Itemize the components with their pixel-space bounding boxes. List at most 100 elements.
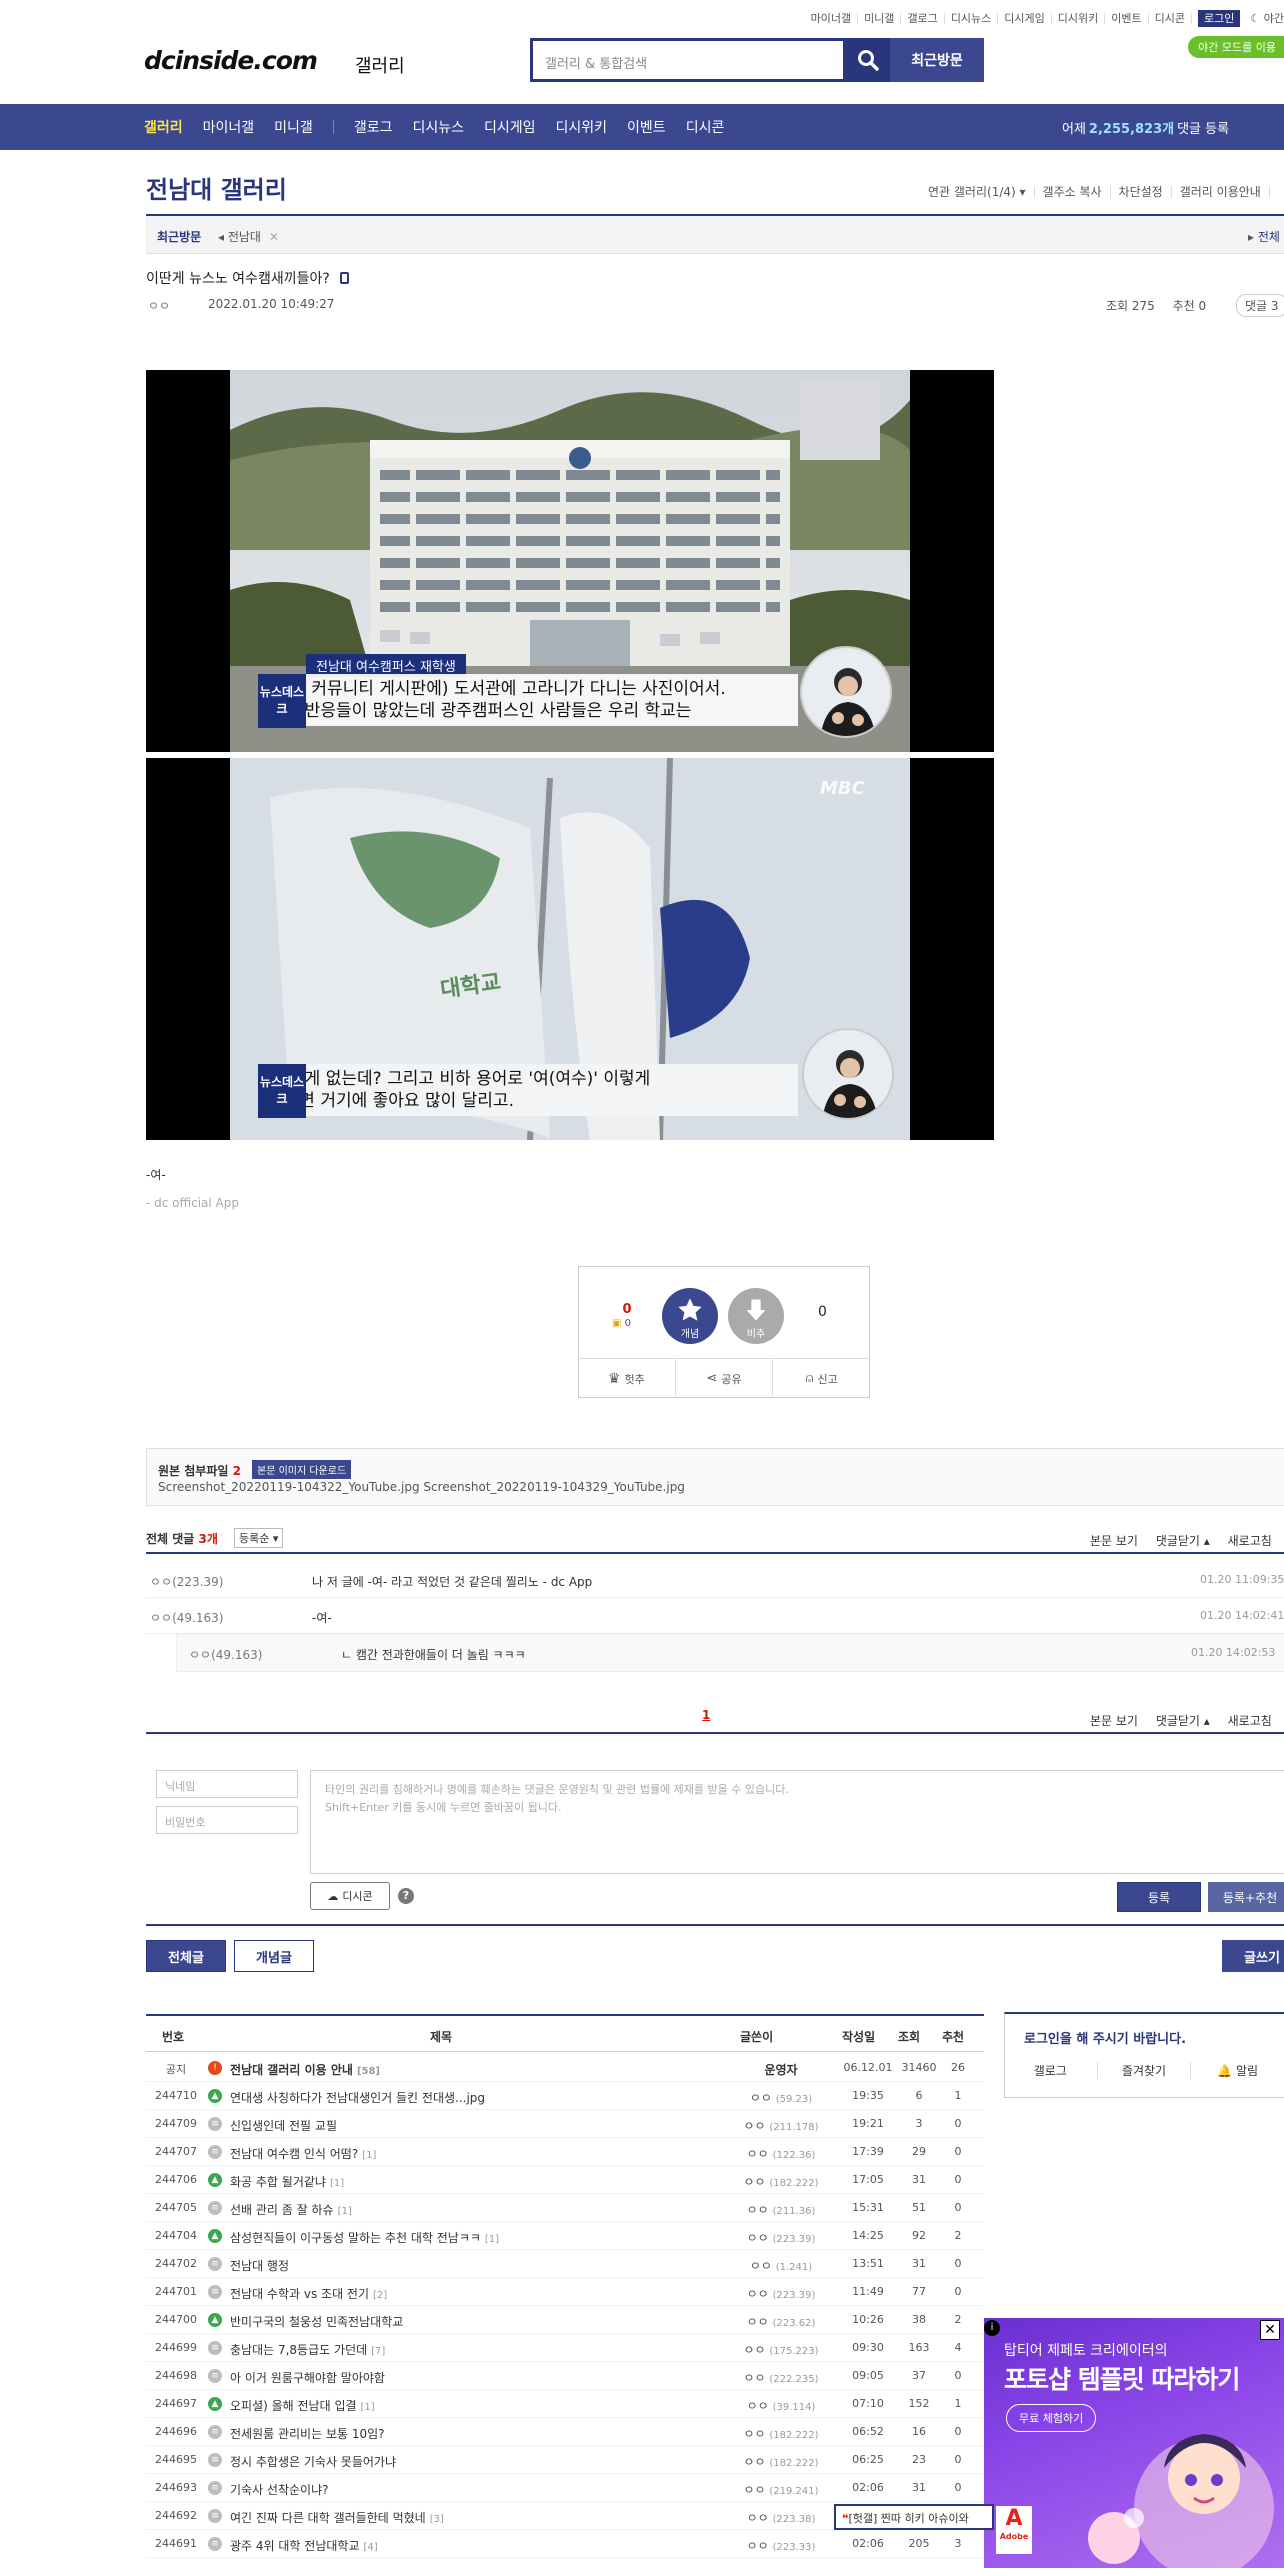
close-comments-link[interactable]: 댓글닫기 ▴ bbox=[1156, 1534, 1210, 1548]
writer-nick[interactable]: ㅇㅇ bbox=[743, 2371, 765, 2385]
post-image-1[interactable]: 전남대 여수캠퍼스 재학생 (학교 커뮤니티 게시판에) 도서관에 고라니가 다… bbox=[146, 370, 994, 752]
util-link-game[interactable]: 디시게임 bbox=[998, 12, 1052, 24]
table-row[interactable]: 244693 ≡ 기숙사 선착순이냐? ㅇㅇ (219.241) 02:06 31 0 bbox=[146, 2474, 984, 2502]
nonrecommend-button[interactable]: 비추 bbox=[728, 1288, 784, 1344]
post-title-link[interactable]: 신입생인데 전필 교필 bbox=[230, 2117, 341, 2134]
post-title-text[interactable]: 전남대 수학과 vs 조대 전기 bbox=[230, 2287, 369, 2301]
floating-post-tooltip[interactable]: ❝[헛갤] 찐따 히키 아슈이와 bbox=[834, 2504, 994, 2530]
recommend-button[interactable]: 개념 bbox=[662, 1288, 718, 1344]
writer-nick[interactable]: ㅇㅇ bbox=[747, 2315, 769, 2329]
related-gallery-dropdown[interactable]: 연관 갤러리(1/4) ▾ bbox=[920, 186, 1035, 198]
gnb-wiki[interactable]: 디시위키 bbox=[556, 117, 608, 137]
table-row[interactable]: 244704 ▲ 삼성현직들이 이구동성 말하는 추천 대학 전남ㅋㅋ [1] ㅇㅇ (… bbox=[146, 2222, 984, 2250]
recent-all-label[interactable]: 전체 bbox=[1258, 230, 1280, 244]
table-row[interactable]: 244698 ≡ 아 이거 원룸구해야함 말아야함 ㅇㅇ (222.235) 09:05… bbox=[146, 2362, 984, 2390]
table-row[interactable]: 244700 ▲ 반미구국의 철웅성 민족전남대학교 ㅇㅇ (223.62) 10:26… bbox=[146, 2306, 984, 2334]
post-writer[interactable]: ㅇㅇ (182.222) bbox=[716, 2453, 846, 2470]
writer-nick[interactable]: ㅇㅇ bbox=[743, 2483, 765, 2497]
post-writer[interactable]: ㅇㅇ (211.36) bbox=[716, 2201, 846, 2218]
table-row[interactable]: 244691 ≡ 광주 4위 대학 전남대학교 [4] ㅇㅇ (223.33) 02:06… bbox=[146, 2530, 984, 2558]
post-title-link[interactable]: 전남대 갤러리 이용 안내 [58] bbox=[230, 2061, 380, 2078]
gnb-news[interactable]: 디시뉴스 bbox=[412, 117, 464, 137]
post-writer[interactable]: ㅇㅇ (223.39) bbox=[716, 2229, 846, 2246]
recent-visit-item[interactable]: ◂ 전남대 ✕ bbox=[218, 228, 279, 245]
writer-nick[interactable]: ㅇㅇ bbox=[750, 2259, 772, 2273]
post-title-text[interactable]: 삼성현직들이 이구동성 말하는 추천 대학 전남ㅋㅋ bbox=[230, 2231, 481, 2245]
table-row[interactable]: 244709 ≡ 신입생인데 전필 교필 ㅇㅇ (211.178) 19:21 3 0 bbox=[146, 2110, 984, 2138]
post-writer[interactable]: ㅇㅇ (182.222) bbox=[716, 2425, 846, 2442]
ad-info-icon[interactable]: i bbox=[984, 2320, 1000, 2336]
post-title-link[interactable]: 삼성현직들이 이구동성 말하는 추천 대학 전남ㅋㅋ [1] bbox=[230, 2229, 499, 2246]
comment-writer[interactable]: ㅇㅇ(49.163) bbox=[189, 1646, 262, 1663]
writer-nick[interactable]: ㅇㅇ bbox=[747, 2511, 769, 2525]
post-writer[interactable]: ㅇㅇ (39.114) bbox=[716, 2397, 846, 2414]
gnb-mini[interactable]: 미니갤 bbox=[274, 117, 313, 137]
refresh-link[interactable]: 새로고침 bbox=[1228, 1714, 1272, 1728]
post-title-text[interactable]: 여긴 진짜 다른 대학 갤러들한테 먹혔네 bbox=[230, 2511, 426, 2525]
writer-nick[interactable]: ㅇㅇ bbox=[743, 2455, 765, 2469]
logo-subtitle[interactable]: 갤러리 bbox=[355, 52, 405, 78]
nickname-input[interactable]: 닉네임 bbox=[156, 1770, 298, 1798]
table-row[interactable]: 244699 ≡ 충남대는 7,8등급도 가던데 [7] ㅇㅇ (175.223) 09:… bbox=[146, 2334, 984, 2362]
table-row[interactable]: 244695 ≡ 정시 추합생은 기숙사 못들어가냐 ㅇㅇ (182.222) 06:2… bbox=[146, 2446, 984, 2474]
util-link-dccon[interactable]: 디시콘 bbox=[1149, 12, 1193, 24]
table-row[interactable]: 244702 ≡ 전남대 행정 ㅇㅇ (1.241) 13:51 31 0 bbox=[146, 2250, 984, 2278]
gnb-gallery[interactable]: 갤러리 bbox=[144, 117, 183, 137]
password-input[interactable]: 비밀번호 bbox=[156, 1806, 298, 1834]
post-writer[interactable]: 운영자 bbox=[716, 2061, 846, 2078]
help-icon[interactable]: ? bbox=[398, 1888, 414, 1904]
share-button[interactable]: ⋖ 공유 bbox=[676, 1359, 774, 1398]
util-link-event[interactable]: 이벤트 bbox=[1105, 12, 1149, 24]
util-link-news[interactable]: 디시뉴스 bbox=[945, 12, 999, 24]
close-comments-link[interactable]: 댓글닫기 ▴ bbox=[1156, 1714, 1210, 1728]
writer-nick[interactable]: ㅇㅇ bbox=[743, 2119, 765, 2133]
writer-nick[interactable]: ㅇㅇ bbox=[743, 2343, 765, 2357]
writer-nick[interactable]: ㅇㅇ bbox=[747, 2399, 769, 2413]
reply-count[interactable]: [3] bbox=[430, 2514, 444, 2525]
writer-nick[interactable]: ㅇㅇ bbox=[743, 2427, 765, 2441]
reply-count[interactable]: [4] bbox=[363, 2542, 377, 2553]
post-writer[interactable]: ㅇㅇ (223.62) bbox=[716, 2313, 846, 2330]
ad-close-button[interactable]: ✕ bbox=[1260, 2320, 1280, 2340]
gnb-event[interactable]: 이벤트 bbox=[627, 117, 666, 137]
comment-sort-select[interactable]: 등록순 ▾ bbox=[234, 1528, 284, 1548]
table-row[interactable]: 공지! 전남대 갤러리 이용 안내 [58] 운영자 06.12.01 31460 26 bbox=[146, 2054, 984, 2082]
post-writer[interactable]: ㅇㅇ (59.23) bbox=[716, 2089, 846, 2106]
post-title-text[interactable]: 광주 4위 대학 전남대학교 bbox=[230, 2539, 359, 2553]
gallery-title[interactable]: 전남대 갤러리 bbox=[146, 170, 287, 205]
night-mode-toggle[interactable]: ☾ 야간 bbox=[1246, 10, 1284, 26]
post-title-text[interactable]: 화공 추합 될거같냐 bbox=[230, 2175, 326, 2189]
post-writer[interactable]: ㅇㅇ (219.241) bbox=[716, 2481, 846, 2498]
post-title-link[interactable]: 정시 추합생은 기숙사 못들어가냐 bbox=[230, 2453, 400, 2470]
gallery-guide[interactable]: 갤러리 이용안내 bbox=[1172, 186, 1270, 198]
util-link-mini[interactable]: 미니갤 bbox=[858, 12, 902, 24]
post-title-text[interactable]: 전남대 행정 bbox=[230, 2259, 289, 2273]
post-writer[interactable]: ㅇㅇ (175.223) bbox=[716, 2341, 846, 2358]
view-body-link[interactable]: 본문 보기 bbox=[1090, 1534, 1138, 1548]
post-title-link[interactable]: 선배 관리 좀 잘 하슈 [1] bbox=[230, 2201, 352, 2218]
writer-nick[interactable]: ㅇㅇ bbox=[750, 2091, 772, 2105]
reply-count[interactable]: [1] bbox=[485, 2234, 499, 2245]
recent-item-label[interactable]: 전남대 bbox=[228, 230, 261, 244]
block-settings[interactable]: 차단설정 bbox=[1111, 186, 1172, 198]
side-gallog-link[interactable]: 갤로그 bbox=[1004, 2062, 1098, 2079]
recent-visit-all[interactable]: ▸ 전체 bbox=[1248, 228, 1280, 245]
post-title-text[interactable]: 충남대는 7,8등급도 가던데 bbox=[230, 2343, 367, 2357]
table-row[interactable]: 244697 ▲ 오피셜) 올해 전남대 입결 [1] ㅇㅇ (39.114) 07:10… bbox=[146, 2390, 984, 2418]
post-writer[interactable]: ㅇㅇ (223.38) bbox=[716, 2509, 846, 2526]
all-posts-tab[interactable]: 전체글 bbox=[146, 1940, 226, 1972]
post-title-link[interactable]: 여긴 진짜 다른 대학 갤러들한테 먹혔네 [3] bbox=[230, 2509, 444, 2526]
image-download-button[interactable]: 본문 이미지 다운로드 bbox=[252, 1460, 352, 1479]
submit-and-recommend-button[interactable]: 등록+추천 bbox=[1208, 1882, 1284, 1912]
post-title-link[interactable]: 충남대는 7,8등급도 가던데 [7] bbox=[230, 2341, 385, 2358]
reply-count[interactable]: [1] bbox=[338, 2206, 352, 2217]
close-icon[interactable]: ✕ bbox=[269, 230, 279, 244]
comment-writer[interactable]: ㅇㅇ(49.163) bbox=[150, 1609, 223, 1626]
table-row[interactable]: 244706 ▲ 화공 추합 될거같냐 [1] ㅇㅇ (182.222) 17:05 31 0 bbox=[146, 2166, 984, 2194]
side-login-title[interactable]: 로그인을 해 주시기 바랍니다. bbox=[1024, 2028, 1186, 2047]
table-row[interactable]: 244705 ≡ 선배 관리 좀 잘 하슈 [1] ㅇㅇ (211.36) 15:31 51… bbox=[146, 2194, 984, 2222]
report-button[interactable]: ⍝ 신고 bbox=[773, 1359, 870, 1398]
reply-count[interactable]: [1] bbox=[361, 2402, 375, 2413]
gnb-gallog[interactable]: 갤로그 bbox=[354, 117, 393, 137]
post-image-2[interactable]: 대학교 MBC 이런 게 없는데? 그리고 비하 용어로 '여(여수)' 이렇게… bbox=[146, 758, 994, 1140]
